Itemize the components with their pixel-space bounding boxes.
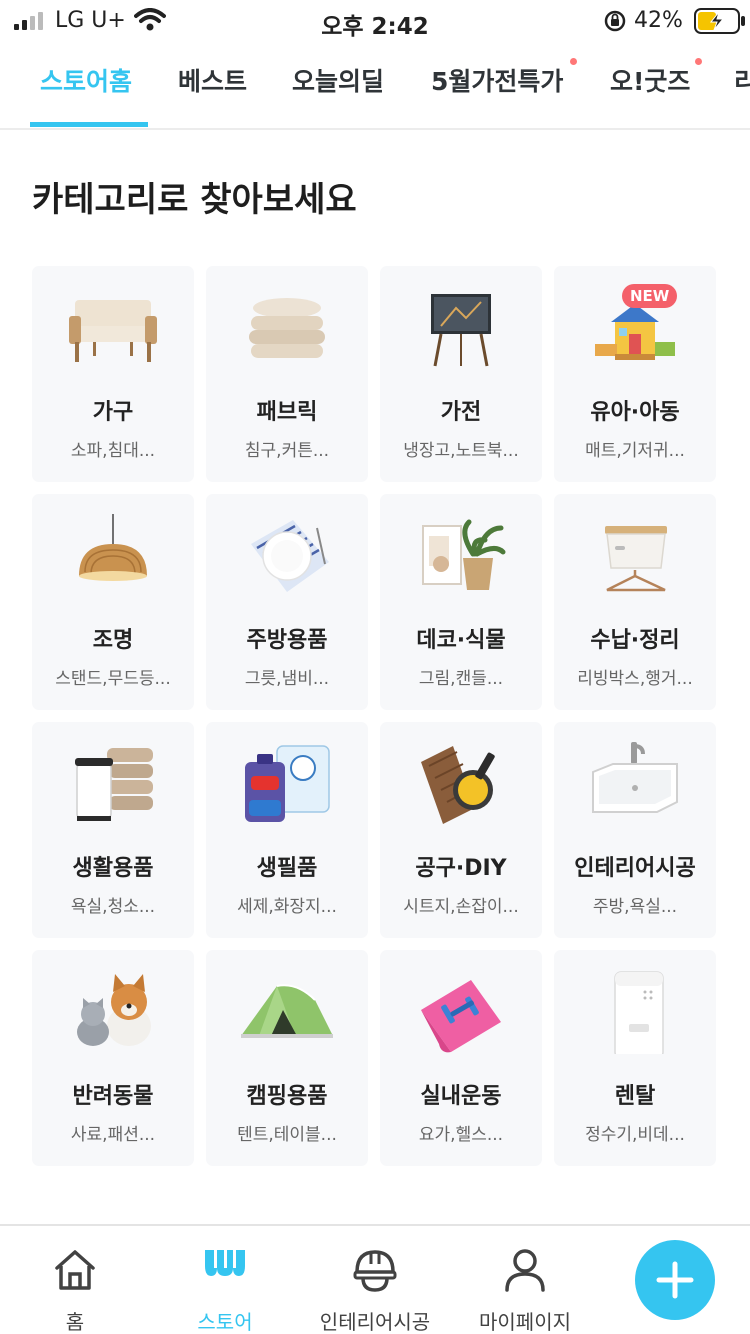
category-name: 공구·DIY: [415, 856, 507, 881]
category-subtitle: 욕실,청소...: [70, 897, 156, 917]
trash-bin-icon: [75, 748, 153, 821]
detergent-icon: [245, 745, 330, 822]
battery-percent: 42%: [634, 8, 683, 33]
category-subtitle: 리빙박스,행거...: [577, 669, 693, 689]
tab-best[interactable]: 베스트: [178, 56, 247, 128]
nav-label: 인테리어시공: [319, 1310, 431, 1334]
category-name: 반려동물: [72, 1084, 154, 1109]
tab-store-home[interactable]: 스토어홈: [40, 56, 132, 128]
category-card-appliance[interactable]: 가전 냉장고,노트북...: [380, 266, 542, 482]
category-name: 캠핑용품: [246, 1084, 328, 1109]
category-subtitle: 세제,화장지...: [237, 897, 337, 917]
tab-more[interactable]: 리: [734, 56, 750, 128]
nav-my-page[interactable]: 마이페이지: [470, 1226, 580, 1334]
category-subtitle: 텐트,테이블...: [237, 1125, 337, 1145]
top-tab-bar: 스토어홈 베스트 오늘의딜 5월가전특가 오!굿즈 리: [0, 56, 750, 130]
pendant-lamp-icon: [79, 514, 147, 581]
category-card-fabric[interactable]: 패브릭 침구,커튼...: [206, 266, 368, 482]
battery-icon: [694, 8, 745, 34]
category-card-living[interactable]: 생활용품 욕실,청소...: [32, 722, 194, 938]
status-bar: LG U+ 오후 2:42 42%: [0, 0, 750, 42]
category-name: 가전: [440, 400, 482, 425]
category-subtitle: 요가,헬스...: [418, 1125, 504, 1145]
tab-new-dot: [695, 58, 702, 65]
water-purifier-icon: [614, 971, 664, 1054]
person-icon: [505, 1249, 545, 1292]
section-title: 카테고리로 찾아보세요: [32, 180, 357, 220]
category-name: 렌탈: [614, 1084, 656, 1109]
tab-goods[interactable]: 오!굿즈: [610, 56, 690, 128]
sofa-icon: [69, 300, 157, 362]
write-fab-button[interactable]: [635, 1240, 715, 1320]
category-card-essentials[interactable]: 생필품 세제,화장지...: [206, 722, 368, 938]
category-subtitle: 매트,기저귀...: [585, 441, 685, 461]
category-subtitle: 그림,캔들...: [418, 669, 504, 689]
category-name: 조명: [92, 628, 134, 653]
store-icon: [205, 1250, 245, 1276]
category-subtitle: 침구,커튼...: [244, 441, 330, 461]
sink-icon: [592, 742, 678, 813]
category-card-interior-construction[interactable]: 인테리어시공 주방,욕실...: [554, 722, 716, 938]
yoga-mat-icon: [421, 980, 501, 1053]
pets-icon: [77, 974, 151, 1046]
plate-icon: [251, 520, 329, 592]
category-name: 생활용품: [72, 856, 154, 881]
category-card-rental[interactable]: 렌탈 정수기,비데...: [554, 950, 716, 1166]
plus-icon: [656, 1261, 694, 1299]
category-card-pets[interactable]: 반려동물 사료,패션...: [32, 950, 194, 1166]
category-card-lighting[interactable]: 조명 스탠드,무드등...: [32, 494, 194, 710]
category-subtitle: 주방,욕실...: [592, 897, 678, 917]
category-subtitle: 그릇,냄비...: [244, 669, 330, 689]
tab-todays-deal[interactable]: 오늘의딜: [292, 56, 384, 128]
nav-store[interactable]: 스토어: [180, 1226, 270, 1334]
category-card-kids[interactable]: NEW 유아·아동 매트,기저귀...: [554, 266, 716, 482]
rotation-lock-icon: [604, 10, 626, 32]
helmet-icon: [353, 1250, 397, 1292]
category-name: 주방용품: [246, 628, 328, 653]
bedding-icon: [249, 298, 325, 358]
category-subtitle: 정수기,비데...: [585, 1125, 685, 1145]
nav-label: 홈: [65, 1310, 85, 1334]
category-subtitle: 스탠드,무드등...: [55, 669, 171, 689]
category-card-kitchen[interactable]: 주방용품 그릇,냄비...: [206, 494, 368, 710]
home-icon: [55, 1250, 95, 1290]
nav-interior-construction[interactable]: 인테리어시공: [310, 1226, 440, 1334]
category-name: 수납·정리: [590, 628, 680, 653]
paint-tools-icon: [421, 746, 495, 824]
category-card-deco-plant[interactable]: 데코·식물 그림,캔들...: [380, 494, 542, 710]
category-card-furniture[interactable]: 가구 소파,침대...: [32, 266, 194, 482]
new-badge: NEW: [622, 284, 678, 308]
tab-new-dot: [570, 58, 577, 65]
category-name: 유아·아동: [590, 400, 680, 425]
category-subtitle: 냉장고,노트북...: [403, 441, 519, 461]
category-card-indoor-exercise[interactable]: 실내운동 요가,헬스...: [380, 950, 542, 1166]
nav-home[interactable]: 홈: [30, 1226, 120, 1334]
category-name: 생필품: [256, 856, 318, 881]
category-name: 실내운동: [420, 1084, 502, 1109]
category-card-camping[interactable]: 캠핑용품 텐트,테이블...: [206, 950, 368, 1166]
plant-icon: [422, 519, 506, 590]
nav-label: 마이페이지: [479, 1310, 571, 1334]
category-name: 패브릭: [256, 400, 318, 425]
category-name: 가구: [92, 400, 134, 425]
storage-box-icon: [605, 526, 667, 592]
category-subtitle: 시트지,손잡이...: [403, 897, 519, 917]
category-subtitle: 소파,침대...: [70, 441, 156, 461]
category-card-storage[interactable]: 수납·정리 리빙박스,행거...: [554, 494, 716, 710]
category-name: 데코·식물: [416, 628, 506, 653]
tent-icon: [241, 984, 333, 1038]
category-card-tools-diy[interactable]: 공구·DIY 시트지,손잡이...: [380, 722, 542, 938]
active-tab-indicator: [30, 122, 148, 127]
tab-may-appliance-sale[interactable]: 5월가전특가: [431, 56, 563, 128]
category-subtitle: 사료,패션...: [70, 1125, 156, 1145]
category-name: 인테리어시공: [574, 856, 696, 881]
nav-label: 스토어: [197, 1310, 253, 1334]
tv-icon: [431, 294, 491, 367]
